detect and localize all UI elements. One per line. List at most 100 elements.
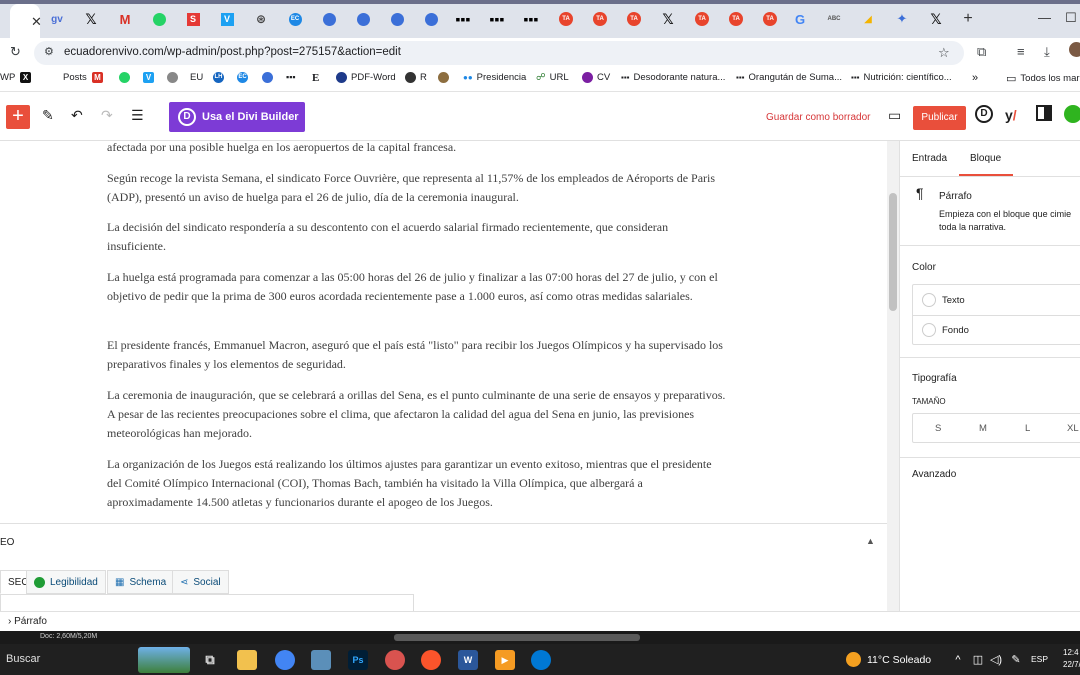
color-heading[interactable]: Color — [912, 262, 936, 273]
breadcrumb[interactable]: › Párrafo — [8, 616, 47, 627]
x-favicon-icon[interactable]: 𝕏 — [925, 8, 947, 30]
maximize-icon[interactable]: ☐ — [1065, 10, 1077, 26]
google-favicon-icon[interactable]: G — [789, 8, 811, 30]
word-icon[interactable]: W — [458, 650, 478, 670]
globe-favicon-icon[interactable]: ⊛ — [250, 8, 272, 30]
bookmark-e[interactable]: E — [312, 72, 319, 84]
bookmark-globe[interactable] — [167, 72, 178, 83]
address-bar[interactable]: ⚙ ecuadorenvivo.com/wp-admin/post.php?po… — [34, 41, 964, 65]
tray-chevron-icon[interactable]: ^ — [948, 650, 968, 670]
media-player-icon[interactable]: ▶ — [495, 650, 515, 670]
bookmarks-overflow-icon[interactable]: » — [972, 72, 978, 84]
seo-tab-social[interactable]: ⋖ Social — [172, 570, 229, 594]
bookmark-pdf-word[interactable]: PDF-Word — [336, 72, 396, 83]
paragraph-block[interactable]: La huelga está programada para comenzar … — [107, 268, 727, 306]
weather-widget[interactable]: 11°C Soleado — [846, 652, 931, 667]
bookmark-ec[interactable]: EC — [237, 72, 248, 83]
bookmark-desodorante[interactable]: ▪▪▪ Desodorante natura... — [621, 72, 725, 83]
bookmark-presidencia[interactable]: ●● Presidencia — [463, 72, 526, 83]
divi-d-icon[interactable]: D — [975, 105, 993, 123]
v-favicon-icon[interactable]: V — [216, 8, 238, 30]
size-option-xl[interactable]: XL — [1067, 423, 1079, 434]
person-favicon-icon[interactable] — [420, 8, 442, 30]
ta-favicon-icon[interactable]: TA — [555, 8, 577, 30]
size-option-s[interactable]: S — [935, 423, 941, 434]
divi-builder-button[interactable]: D Usa el Divi Builder — [169, 102, 305, 132]
bookmark-whatsapp[interactable] — [119, 72, 130, 83]
reload-icon[interactable]: ↻ — [10, 44, 21, 60]
preview-icon[interactable]: ▭ — [888, 107, 901, 124]
dots-favicon-icon[interactable]: ▪▪▪ — [452, 8, 474, 30]
content-scrollbar[interactable] — [887, 141, 899, 611]
list-view-icon[interactable]: ☰ — [131, 107, 144, 124]
close-tab-icon[interactable]: ✕ — [31, 14, 42, 30]
new-tab-button[interactable]: + — [957, 8, 979, 30]
pen-icon[interactable]: ✎ — [1006, 650, 1026, 670]
bookmark-wp[interactable]: WP — [0, 72, 15, 83]
seo-tab-legibilidad[interactable]: Legibilidad — [26, 570, 106, 594]
ta-favicon-icon[interactable]: TA — [691, 8, 713, 30]
media-queue-icon[interactable]: ≡ — [1017, 44, 1025, 59]
photoshop-icon[interactable]: Ps — [348, 650, 368, 670]
paragraph-block[interactable]: afectada por una posible huelga en los a… — [107, 141, 727, 157]
paragraph-block[interactable]: La ceremonia de inauguración, que se cel… — [107, 386, 727, 443]
site-info-icon[interactable]: ⚙ — [44, 45, 54, 58]
size-option-m[interactable]: M — [979, 423, 987, 434]
scrollbar-thumb[interactable] — [889, 193, 897, 311]
horizontal-scrollbar[interactable] — [394, 634, 640, 641]
jetpack-icon[interactable] — [1064, 105, 1080, 123]
file-explorer-icon[interactable] — [237, 650, 257, 670]
color-text-option[interactable]: Texto — [922, 293, 965, 307]
bookmark-nutricion[interactable]: ▪▪▪ Nutrición: científico... — [851, 72, 952, 83]
tab-bloque[interactable]: Bloque — [970, 153, 1001, 164]
maps-favicon-icon[interactable]: ◢ — [857, 8, 879, 30]
person-favicon-icon[interactable] — [318, 8, 340, 30]
publish-button[interactable]: Publicar — [913, 106, 966, 130]
bookmark-eu[interactable]: EU — [190, 72, 203, 83]
volume-icon[interactable]: ◁) — [986, 650, 1006, 670]
advanced-heading[interactable]: Avanzado — [912, 469, 956, 480]
bookmark-orangutan[interactable]: ▪▪▪ Orangután de Suma... — [736, 72, 842, 83]
bookmark-cv[interactable]: CV — [582, 72, 610, 83]
network-icon[interactable]: ◫ — [968, 650, 988, 670]
chrome-taskbar-icon[interactable] — [275, 650, 295, 670]
ta-favicon-icon[interactable]: TA — [623, 8, 645, 30]
bookmark-x[interactable]: X — [20, 72, 31, 83]
dots-favicon-icon[interactable]: ▪▪▪ — [520, 8, 542, 30]
profile-avatar-icon[interactable] — [1069, 42, 1080, 57]
size-option-l[interactable]: L — [1025, 423, 1030, 434]
brave-icon[interactable] — [421, 650, 441, 670]
settings-sidebar-icon[interactable] — [1036, 105, 1052, 121]
redo-icon[interactable]: ↷ — [101, 107, 113, 124]
edge-icon[interactable] — [531, 650, 551, 670]
paragraph-block-selected[interactable]: El presidente francés, Emmanuel Macron, … — [107, 336, 727, 374]
bookmark-folder-todos[interactable]: ▭ Todos los mar — [1006, 72, 1080, 85]
extensions-icon[interactable]: ⧉ — [977, 44, 986, 60]
s-favicon-icon[interactable]: S — [182, 8, 204, 30]
person-favicon-icon[interactable] — [386, 8, 408, 30]
paragraph-block[interactable]: La decisión del sindicato respondería a … — [107, 218, 727, 256]
bookmark-dots[interactable]: ▪▪▪ — [286, 72, 296, 82]
add-block-button[interactable]: + — [6, 105, 30, 129]
bookmark-star-icon[interactable]: ☆ — [938, 45, 950, 61]
ta-favicon-icon[interactable]: TA — [725, 8, 747, 30]
bookmark-lh[interactable]: LH — [213, 72, 224, 83]
taskbar-search[interactable]: Buscar — [6, 653, 40, 665]
language-indicator[interactable]: ESP — [1031, 654, 1048, 664]
tab-entrada[interactable]: Entrada — [912, 153, 947, 164]
collapse-caret-icon[interactable]: ▲ — [866, 536, 875, 546]
paragraph-block[interactable]: Según recoge la revista Semana, el sindi… — [107, 169, 727, 207]
bookmark-person[interactable] — [262, 72, 273, 83]
yoast-icon[interactable]: y/ — [1005, 107, 1017, 123]
seo-tab-schema[interactable]: ▦ Schema — [107, 570, 175, 594]
bookmark-v[interactable]: V — [143, 72, 154, 83]
minimize-icon[interactable]: — — [1038, 10, 1051, 25]
gmail-favicon-icon[interactable]: M — [114, 8, 136, 30]
app-icon[interactable] — [311, 650, 331, 670]
widgets-icon[interactable] — [138, 647, 190, 673]
chrome-favicon-icon[interactable]: gv — [46, 8, 68, 30]
typography-heading[interactable]: Tipografía — [912, 373, 957, 384]
save-draft-button[interactable]: Guardar como borrador — [766, 112, 871, 123]
whatsapp-favicon-icon[interactable] — [148, 8, 170, 30]
dots-favicon-icon[interactable]: ▪▪▪ — [486, 8, 508, 30]
